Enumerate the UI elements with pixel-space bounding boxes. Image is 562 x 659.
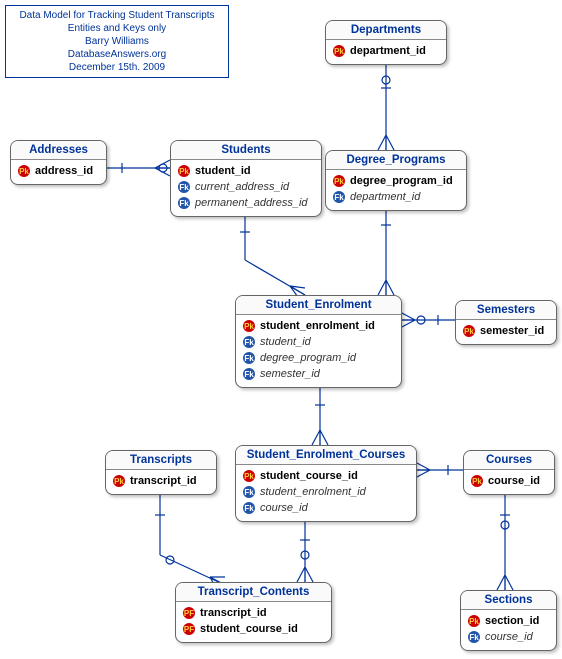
attr-fk: Fkdepartment_id bbox=[332, 189, 460, 205]
entity-sections: Sections Pksection_id Fkcourse_id bbox=[460, 590, 557, 651]
diagram-title: Data Model for Tracking Student Transcri… bbox=[5, 5, 229, 78]
attr-pk: Pksemester_id bbox=[462, 323, 550, 339]
svg-text:Pk: Pk bbox=[179, 167, 189, 176]
attr-pf: PFtranscript_id bbox=[182, 605, 325, 621]
attr-pk: Pkcourse_id bbox=[470, 473, 548, 489]
attr-pk: Pktranscript_id bbox=[112, 473, 210, 489]
entity-title: Students bbox=[171, 141, 321, 160]
title-line: Entities and Keys only bbox=[12, 22, 222, 35]
attr-pk: Pkdegree_program_id bbox=[332, 173, 460, 189]
svg-text:Fk: Fk bbox=[179, 199, 189, 208]
entity-addresses: Addresses Pkaddress_id bbox=[10, 140, 107, 185]
svg-text:PF: PF bbox=[184, 609, 194, 618]
title-line: December 15th. 2009 bbox=[12, 61, 222, 74]
entity-student-enrolment-courses: Student_Enrolment_Courses Pkstudent_cour… bbox=[235, 445, 417, 522]
entity-students: Students Pkstudent_id Fkcurrent_address_… bbox=[170, 140, 322, 217]
entity-title: Courses bbox=[464, 451, 554, 470]
attr-fk: Fkstudent_enrolment_id bbox=[242, 484, 410, 500]
entity-student-enrolment: Student_Enrolment Pkstudent_enrolment_id… bbox=[235, 295, 402, 388]
attr-fk: Fkdegree_program_id bbox=[242, 350, 395, 366]
entity-degree-programs: Degree_Programs Pkdegree_program_id Fkde… bbox=[325, 150, 467, 211]
entity-title: Transcripts bbox=[106, 451, 216, 470]
entity-title: Student_Enrolment_Courses bbox=[236, 446, 416, 465]
entity-title: Departments bbox=[326, 21, 446, 40]
svg-text:Fk: Fk bbox=[244, 504, 254, 513]
attr-pk: Pkdepartment_id bbox=[332, 43, 440, 59]
svg-text:Fk: Fk bbox=[469, 633, 479, 642]
attr-fk: Fkcurrent_address_id bbox=[177, 179, 315, 195]
entity-title: Degree_Programs bbox=[326, 151, 466, 170]
entity-title: Sections bbox=[461, 591, 556, 610]
title-line: DatabaseAnswers.org bbox=[12, 48, 222, 61]
attr-fk: Fksemester_id bbox=[242, 366, 395, 382]
attr-fk: Fkcourse_id bbox=[467, 629, 550, 645]
svg-text:Pk: Pk bbox=[469, 617, 479, 626]
attr-pk: Pkstudent_course_id bbox=[242, 468, 410, 484]
attr-pk: Pkstudent_id bbox=[177, 163, 315, 179]
attr-fk: Fkpermanent_address_id bbox=[177, 195, 315, 211]
attr-pk: Pkstudent_enrolment_id bbox=[242, 318, 395, 334]
svg-text:Fk: Fk bbox=[244, 488, 254, 497]
entity-departments: Departments Pkdepartment_id bbox=[325, 20, 447, 65]
attr-pk: Pksection_id bbox=[467, 613, 550, 629]
svg-text:Pk: Pk bbox=[244, 322, 254, 331]
entity-title: Semesters bbox=[456, 301, 556, 320]
svg-text:PF: PF bbox=[184, 625, 194, 634]
attr-pk: Pkaddress_id bbox=[17, 163, 100, 179]
svg-text:Fk: Fk bbox=[244, 370, 254, 379]
entity-title: Transcript_Contents bbox=[176, 583, 331, 602]
entity-semesters: Semesters Pksemester_id bbox=[455, 300, 557, 345]
svg-text:Fk: Fk bbox=[244, 338, 254, 347]
svg-text:Pk: Pk bbox=[334, 177, 344, 186]
attr-pf: PFstudent_course_id bbox=[182, 621, 325, 637]
entity-title: Addresses bbox=[11, 141, 106, 160]
title-line: Data Model for Tracking Student Transcri… bbox=[12, 9, 222, 22]
entity-transcript-contents: Transcript_Contents PFtranscript_id PFst… bbox=[175, 582, 332, 643]
svg-text:Pk: Pk bbox=[464, 327, 474, 336]
entity-transcripts: Transcripts Pktranscript_id bbox=[105, 450, 217, 495]
svg-text:Fk: Fk bbox=[179, 183, 189, 192]
svg-text:Fk: Fk bbox=[334, 193, 344, 202]
svg-text:Pk: Pk bbox=[472, 477, 482, 486]
attr-fk: Fkcourse_id bbox=[242, 500, 410, 516]
entity-title: Student_Enrolment bbox=[236, 296, 401, 315]
title-line: Barry Williams bbox=[12, 35, 222, 48]
svg-text:Pk: Pk bbox=[334, 47, 344, 56]
entity-courses: Courses Pkcourse_id bbox=[463, 450, 555, 495]
svg-text:Pk: Pk bbox=[19, 167, 29, 176]
svg-text:Pk: Pk bbox=[114, 477, 124, 486]
svg-text:Fk: Fk bbox=[244, 354, 254, 363]
svg-text:Pk: Pk bbox=[244, 472, 254, 481]
attr-fk: Fkstudent_id bbox=[242, 334, 395, 350]
